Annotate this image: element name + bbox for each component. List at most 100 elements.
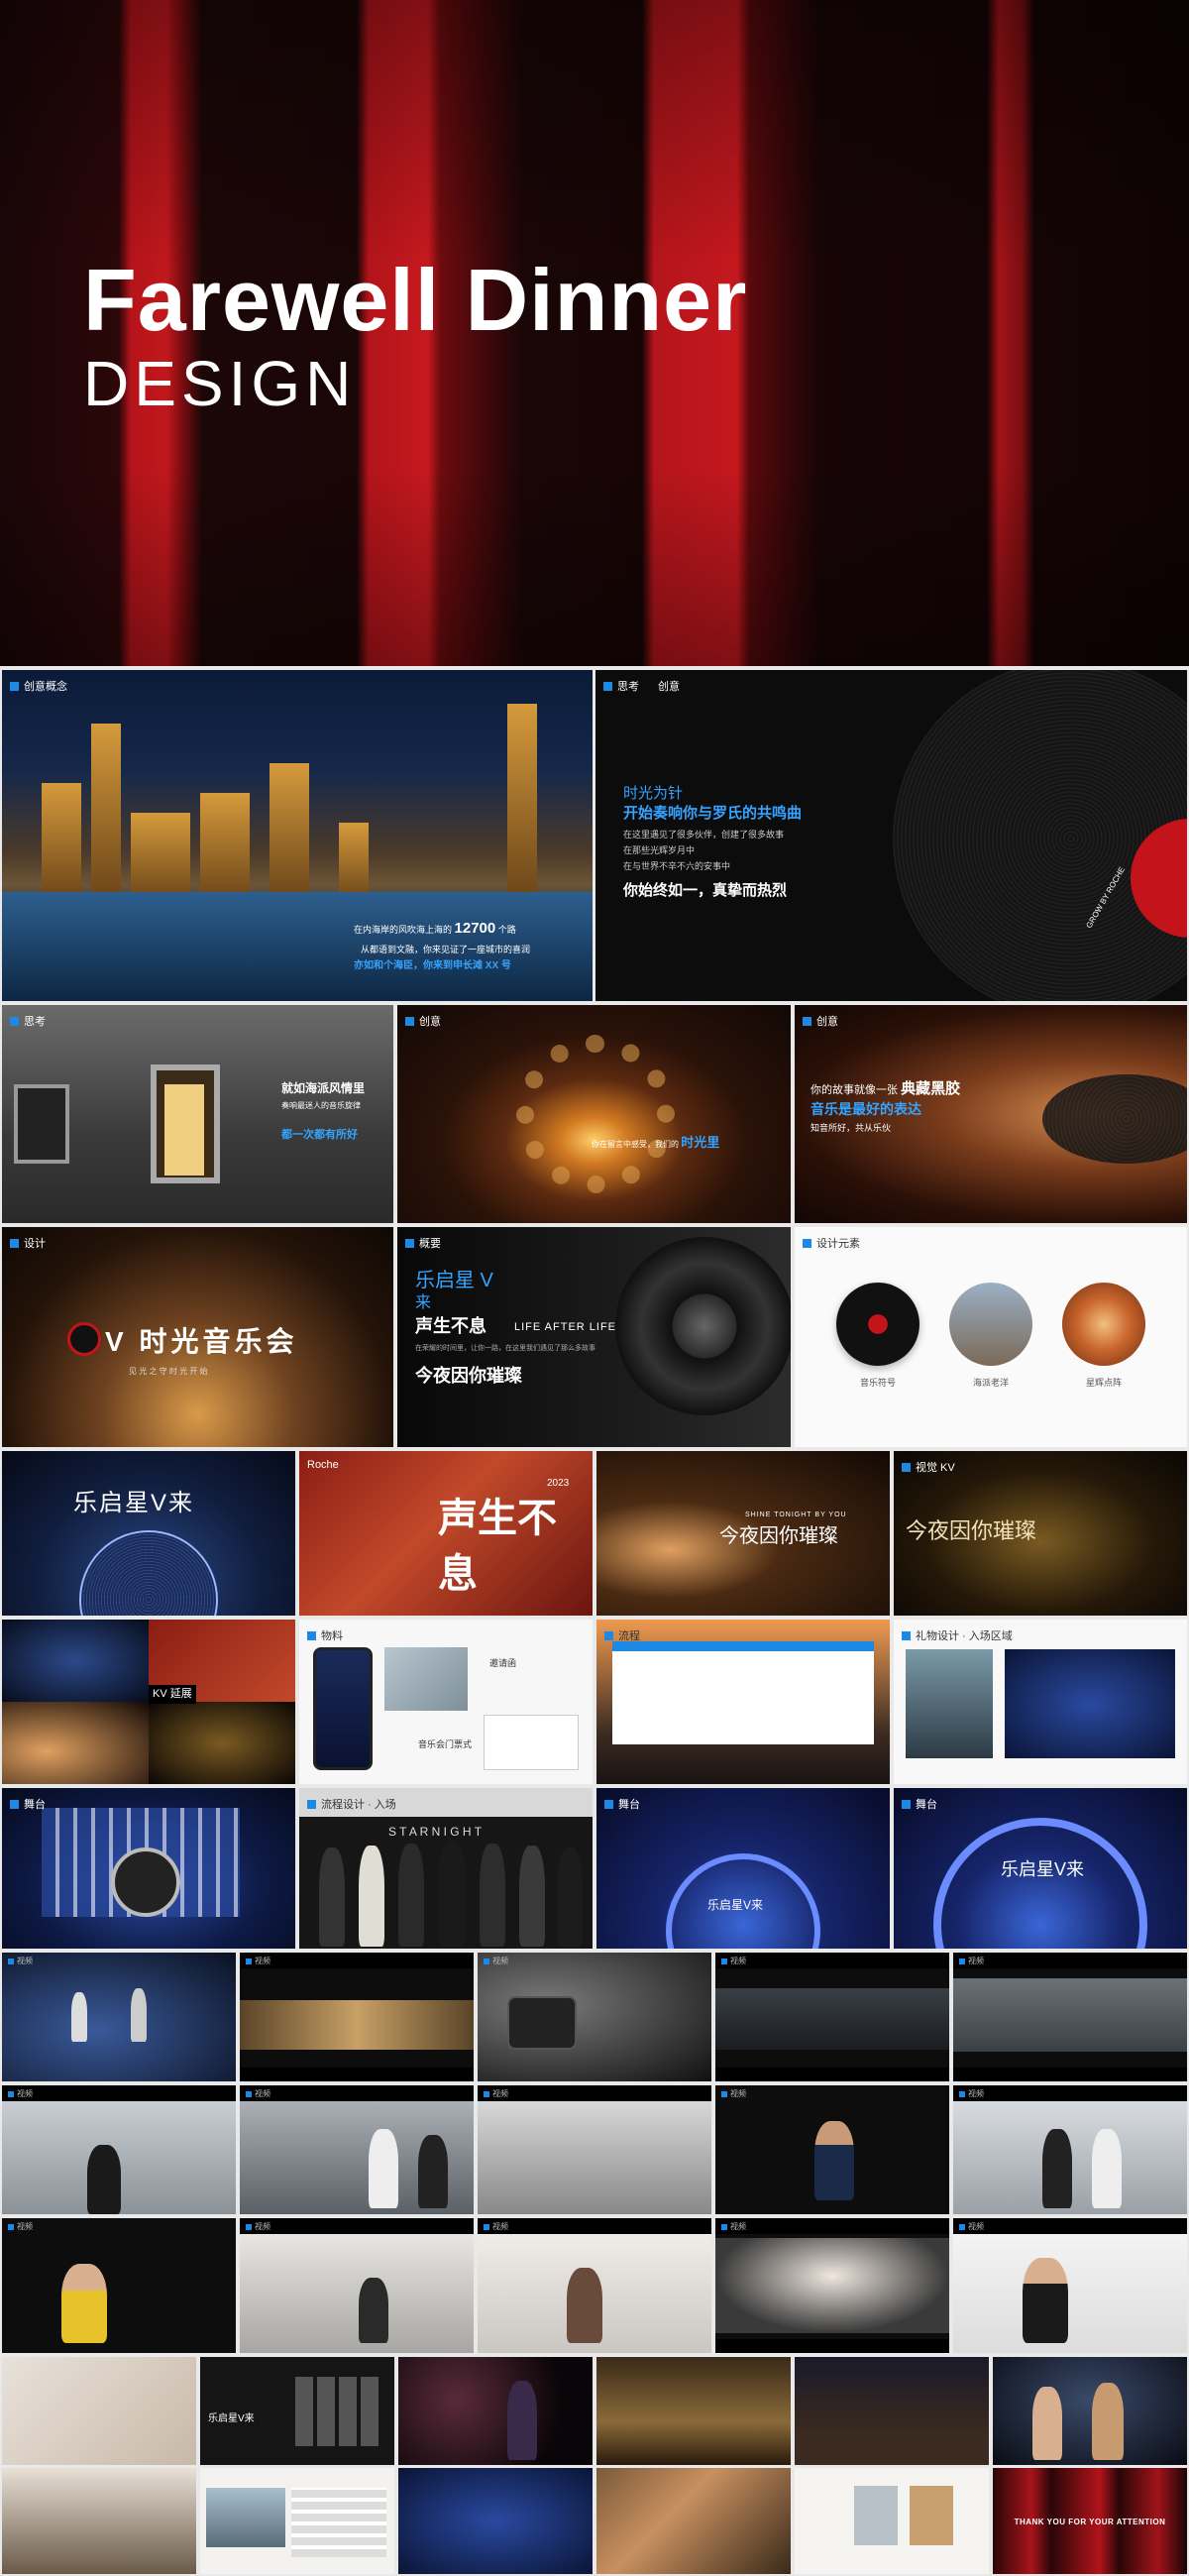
- tag-square-icon: [803, 1238, 811, 1248]
- person-figure: [359, 2278, 388, 2343]
- tag-square-icon: [902, 1462, 911, 1472]
- record-body3: 在与世界不辛不六的安事中: [623, 861, 731, 871]
- tag-square-icon: [902, 1630, 911, 1640]
- tag-square-icon: [8, 2223, 14, 2230]
- ticket-mockup: [484, 1715, 579, 1770]
- kv-extension-label: KV 延展: [149, 1685, 196, 1705]
- tag-square-icon: [484, 1958, 489, 1964]
- record-heading2: 开始奏响你与罗氏的共鸣曲: [623, 805, 803, 822]
- building-shape: [507, 704, 537, 902]
- person-figure: [71, 1992, 87, 2042]
- tag-square-icon: [405, 1238, 414, 1248]
- kv-slide-4: 视觉 KV 今夜因你璀璨: [894, 1451, 1187, 1616]
- turntable-slide: 创意 你的故事就像一张 典藏黑胶 音乐是最好的表达 知音所好，共从乐伙: [795, 1005, 1187, 1223]
- building-shape: [91, 724, 121, 902]
- building-shape: [131, 813, 190, 902]
- person-figure: [438, 1842, 466, 1947]
- gift-packaging: [795, 2468, 989, 2574]
- tag-square-icon: [8, 1958, 14, 1964]
- video-still: [715, 1988, 949, 2050]
- tag-square-icon: [246, 1958, 252, 1964]
- stage-arch-title: 乐启星V来: [707, 1898, 764, 1912]
- turntable-line3: 知音所好，共从乐伙: [811, 1123, 892, 1133]
- person-figure: [567, 2268, 602, 2343]
- video-still: [953, 1978, 1187, 2052]
- venue-photo: [2, 2468, 196, 2574]
- bokeh-photo: [398, 2357, 593, 2465]
- concert-subtitle: 见 光 之 守 时 光 开 始: [129, 1367, 208, 1376]
- person-figure: [131, 1988, 147, 2042]
- singers-photo: [993, 2357, 1187, 2465]
- video-frame: 视频: [478, 2218, 711, 2353]
- video-wall-slide: 乐启星V来: [200, 2357, 394, 2465]
- building-line1: 就如海派风情里: [281, 1081, 366, 1095]
- hall-render: [398, 2468, 593, 2574]
- tag-square-icon: [959, 2223, 965, 2230]
- lit-window: [164, 1084, 204, 1176]
- tag-square-icon: [721, 2090, 727, 2097]
- tag-square-icon: [8, 2090, 14, 2097]
- turntable-line2: 音乐是最好的表达: [811, 1101, 921, 1117]
- slide-tag: 创意: [803, 1013, 838, 1029]
- shanghai-building-icon: [949, 1283, 1032, 1366]
- stage-slide-4: 舞台 乐启星V来: [894, 1788, 1187, 1949]
- tag-square-icon: [959, 2090, 965, 2097]
- tag-square-icon: [10, 1238, 19, 1248]
- speaker-body: 在荣耀的时间里，让你一路，在这里我们遇见了那么多故事: [415, 1345, 595, 1352]
- kv2-year: 2023: [547, 1478, 570, 1489]
- group-photo: [596, 2357, 791, 2465]
- food-photos: [596, 2468, 791, 2574]
- hero-subtitle: DESIGN: [83, 348, 357, 419]
- slide-tag: 思考: [10, 1013, 46, 1029]
- city-line1: 在内海岸的风吹海上海的 12700 个路: [354, 920, 516, 937]
- kv3-top: SHINE TONIGHT BY YOU: [745, 1512, 847, 1518]
- brand-line2: 来: [415, 1294, 432, 1311]
- video-wall: [295, 2377, 378, 2446]
- turntable-record: [1042, 1074, 1187, 1164]
- video-still: [240, 2000, 474, 2050]
- record-heading1: 时光为针: [623, 785, 684, 802]
- tag-square-icon: [307, 1630, 316, 1640]
- tag-square-icon: [484, 2090, 489, 2097]
- gift-box: [910, 2486, 953, 2545]
- kv1-title: 乐启星V来: [73, 1490, 195, 1516]
- video-frame: 视频: [715, 2085, 949, 2214]
- slide-tag: Roche: [307, 1459, 339, 1471]
- star-dots-icon: [1062, 1283, 1145, 1366]
- design-elements-slide: 设计元素 音乐符号 海派老洋 星辉点阵: [795, 1227, 1187, 1447]
- kv-slide-2: Roche 声生不息 2023: [299, 1451, 593, 1616]
- person-figure: [369, 2129, 398, 2208]
- person-figure: [1032, 2387, 1062, 2460]
- concert-slide: 设计 V 时光音乐会 见 光 之 守 时 光 开 始: [2, 1227, 393, 1447]
- person-figure: [359, 1846, 384, 1947]
- stage-arch: [933, 1818, 1147, 1949]
- person-figure: [87, 2145, 121, 2214]
- gift-photo: [906, 1649, 993, 1758]
- kv-extension-slide: KV 延展: [2, 1620, 295, 1784]
- slide-tag: 创意概念: [10, 678, 67, 694]
- building-shape: [42, 783, 81, 902]
- video-frame: 视频: [478, 2085, 711, 2214]
- tag-square-icon: [604, 1630, 613, 1640]
- building-slide: 思考 就如海派风情里 奏响最迷人的音乐旋律 都一次都有所好: [2, 1005, 393, 1223]
- tag-square-icon: [603, 681, 612, 691]
- slide-tag: 设计元素: [803, 1235, 860, 1251]
- tag-square-icon: [721, 1958, 727, 1964]
- projector-shape: [507, 1996, 577, 2050]
- kv-slide-1: 乐启星V来: [2, 1451, 295, 1616]
- video-frame: 视频: [478, 1953, 711, 2081]
- kv2-title: 声生不息: [438, 1497, 557, 1596]
- slide-tag: 物料: [307, 1627, 343, 1643]
- kv-tile: [2, 1702, 149, 1784]
- stage-record: [111, 1848, 180, 1917]
- stage-slide-2: 流程设计 · 入场 S T A R N I G H T: [299, 1788, 593, 1949]
- floor-plan: [291, 2488, 386, 2557]
- slide-tag: 流程: [604, 1627, 640, 1643]
- slide-tag: 舞台: [902, 1796, 937, 1812]
- tunnel-slide: 创意 你在留言中感受，我们的 时光里: [397, 1005, 791, 1223]
- gift-area-slide: 礼物设计 · 入场区域: [894, 1620, 1187, 1784]
- stage-slide-3: 舞台 乐启星V来: [596, 1788, 890, 1949]
- slogan-en: LIFE AFTER LIFE: [514, 1321, 617, 1333]
- person-figure: [1092, 2383, 1124, 2460]
- record-body1: 在这里遇见了很多伙伴，创建了很多故事: [623, 830, 785, 840]
